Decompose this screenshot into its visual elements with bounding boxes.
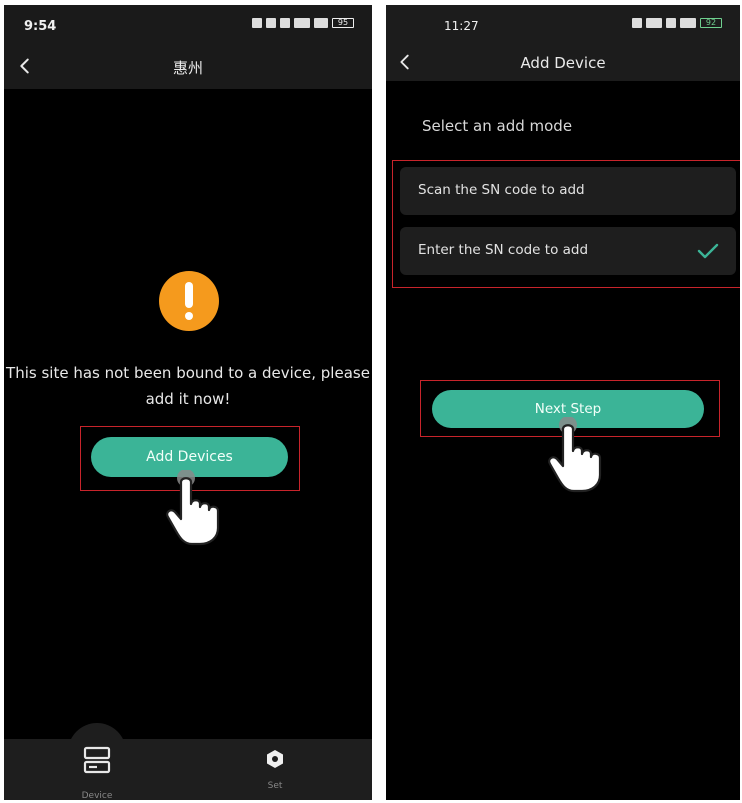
signal-icon (646, 18, 662, 28)
battery-icon: 92 (700, 18, 722, 28)
checkmark-icon (697, 243, 719, 259)
server-icon (83, 746, 111, 774)
hd-icon (666, 18, 676, 28)
bottom-tab-bar: Device Set (4, 723, 372, 800)
option-scan-sn[interactable]: Scan the SN code to add (400, 167, 736, 215)
tab-label: Set (267, 781, 283, 791)
top-bar: Add Device (386, 45, 740, 81)
page-title: Add Device (520, 54, 606, 72)
status-bar: 11:27 92 (386, 5, 740, 45)
tab-label: Device (81, 791, 113, 800)
hand-pointer-icon (548, 417, 602, 493)
left-phone-screen: 9:54 95 惠州 This site has not been bound … (4, 5, 372, 800)
signal-icon (294, 18, 310, 28)
signal-icon (314, 18, 328, 28)
mute-icon (280, 18, 290, 28)
option-label: Scan the SN code to add (418, 182, 585, 198)
hd-icon (632, 18, 642, 28)
option-label: Enter the SN code to add (418, 242, 589, 258)
vibrate-icon (266, 18, 276, 28)
status-time: 11:27 (444, 19, 479, 33)
option-enter-sn[interactable]: Enter the SN code to add (400, 227, 736, 275)
tab-device[interactable]: Device (68, 731, 126, 800)
page-title: 惠州 (172, 59, 203, 77)
hand-pointer-icon (166, 470, 220, 546)
nfc-icon (252, 18, 262, 28)
section-title: Select an add mode (422, 117, 573, 135)
battery-icon: 95 (332, 18, 354, 28)
settings-icon (267, 750, 283, 768)
status-time: 9:54 (24, 19, 57, 34)
warning-icon (159, 271, 219, 331)
tab-set[interactable]: Set (250, 749, 300, 791)
top-bar: 惠州 (4, 45, 372, 89)
status-icons: 95 (252, 18, 354, 28)
empty-state-message: This site has not been bound to a device… (6, 364, 370, 408)
status-bar: 9:54 95 (4, 5, 372, 45)
right-phone-screen: 11:27 92 Add Device Select an add mode S… (386, 5, 740, 800)
status-icons: 92 (632, 18, 722, 28)
signal-icon (680, 18, 696, 28)
